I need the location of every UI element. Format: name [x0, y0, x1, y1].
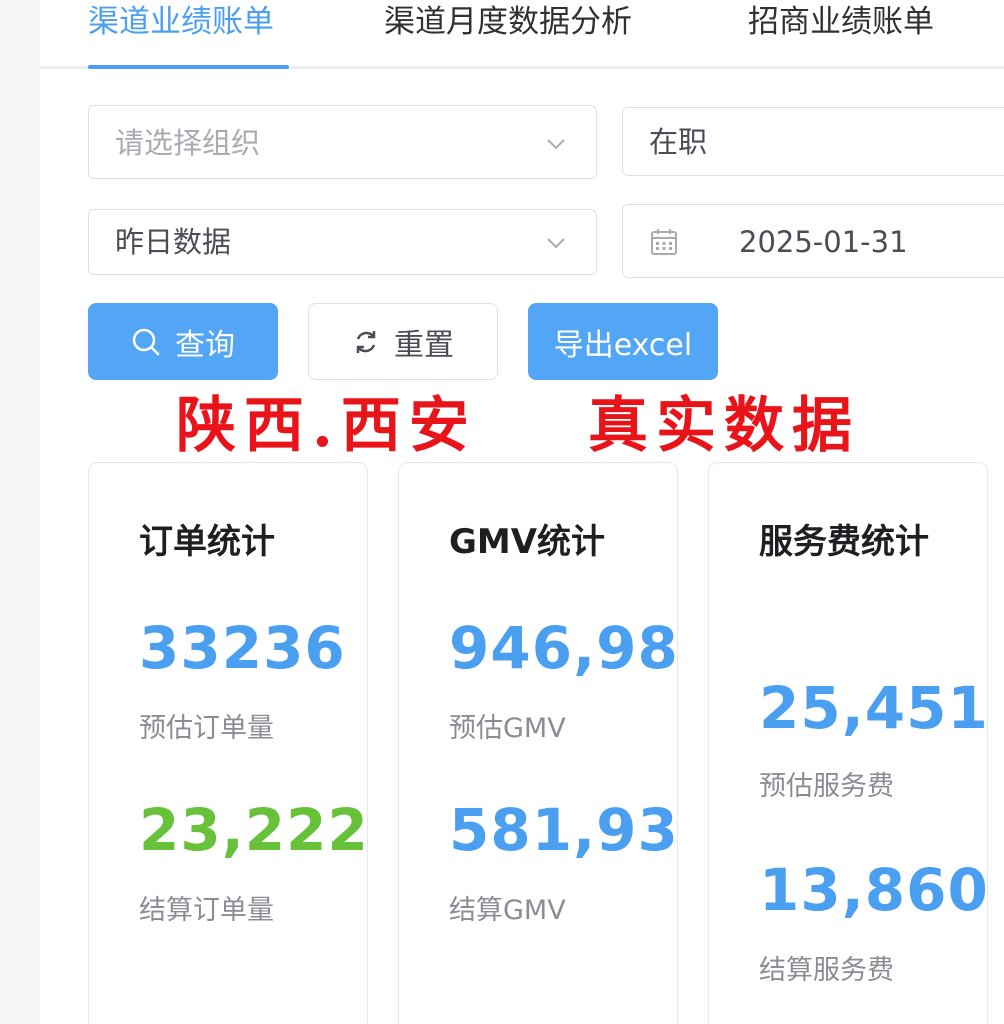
estimated-gmv-label: 预估GMV: [449, 713, 566, 744]
page: 渠道业绩账单 渠道月度数据分析 招商业绩账单 请选择组织 在职 昨日数据 202…: [40, 0, 1004, 1024]
settled-gmv-label: 结算GMV: [449, 895, 566, 926]
export-button-label: 导出excel: [553, 327, 693, 363]
estimated-orders-value: 33236: [139, 614, 346, 682]
order-stats-card: 订单统计 33236 预估订单量 23,222 结算订单量: [88, 462, 368, 1024]
overlay-real-data-text: 真实数据: [588, 391, 860, 461]
estimated-service-fee-label: 预估服务费: [759, 771, 894, 802]
date-value: 2025-01-31: [739, 225, 908, 259]
employment-status-select[interactable]: 在职: [622, 107, 1004, 176]
org-select[interactable]: 请选择组织: [88, 105, 597, 179]
gmv-stats-card: GMV统计 946,985 预估GMV 581,934 结算GMV: [398, 462, 678, 1024]
calendar-icon: [651, 229, 677, 255]
settled-orders-value: 23,222: [139, 796, 369, 864]
reset-button[interactable]: 重置: [308, 303, 498, 380]
estimated-service-fee-value: 25,451.: [759, 674, 988, 742]
reset-button-label: 重置: [394, 327, 454, 363]
employment-status-value: 在职: [649, 125, 708, 159]
card-title: 订单统计: [139, 522, 275, 562]
chevron-down-icon: [547, 139, 565, 150]
tab-channel-monthly-analysis[interactable]: 渠道月度数据分析: [384, 2, 632, 42]
period-select[interactable]: 昨日数据: [88, 209, 597, 275]
period-select-value: 昨日数据: [115, 225, 232, 259]
service-fee-stats-card: 服务费统计 25,451. 预估服务费 13,860. 结算服务费: [708, 462, 988, 1024]
query-button[interactable]: 查询: [88, 303, 278, 380]
date-picker[interactable]: 2025-01-31: [622, 204, 1004, 278]
tab-bar: 渠道业绩账单 渠道月度数据分析 招商业绩账单: [40, 0, 1004, 69]
org-select-placeholder: 请选择组织: [115, 126, 261, 160]
query-button-label: 查询: [175, 327, 235, 363]
search-icon: [132, 328, 160, 355]
settled-gmv-value: 581,934: [449, 796, 678, 864]
settled-service-fee-value: 13,860.: [759, 856, 988, 924]
settled-service-fee-label: 结算服务费: [759, 955, 894, 986]
export-excel-button[interactable]: 导出excel: [528, 303, 718, 380]
tab-channel-performance-bill[interactable]: 渠道业绩账单: [88, 2, 274, 42]
card-title: GMV统计: [449, 522, 606, 562]
card-title: 服务费统计: [759, 522, 929, 562]
overlay-location-text: 陕西.西安: [176, 391, 477, 461]
estimated-orders-label: 预估订单量: [139, 713, 274, 744]
tab-active-indicator: [88, 65, 289, 69]
settled-orders-label: 结算订单量: [139, 895, 274, 926]
refresh-icon: [356, 330, 376, 353]
estimated-gmv-value: 946,985: [449, 614, 678, 682]
chevron-down-icon: [547, 238, 565, 249]
tab-merchant-performance-bill[interactable]: 招商业绩账单: [748, 2, 934, 42]
